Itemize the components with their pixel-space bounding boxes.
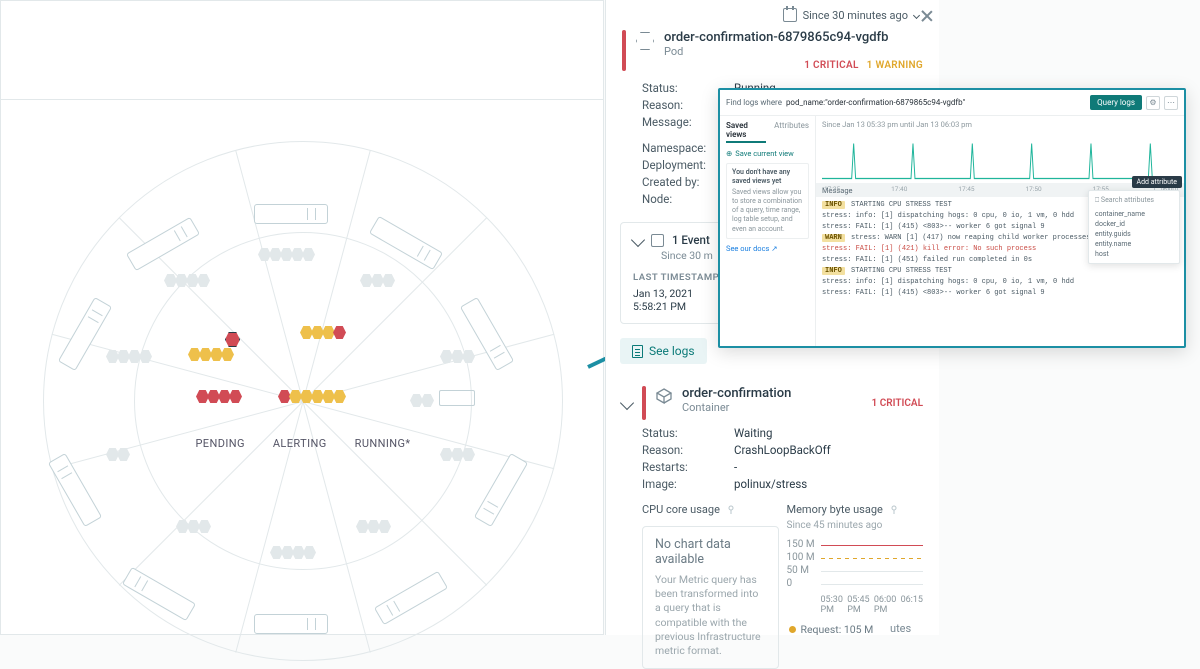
chevron-down-icon — [631, 233, 645, 247]
critical-badge: 1 CRITICAL — [804, 60, 858, 71]
memory-usage-chart: Memory byte usage Since 45 minutes ago 1… — [787, 503, 924, 669]
container-critical-badge: 1 CRITICAL — [872, 398, 923, 409]
gear-icon[interactable]: ⚙ — [1146, 96, 1160, 110]
running-node-icon — [439, 390, 475, 406]
selected-pod-hex[interactable] — [226, 333, 239, 349]
pod-group[interactable] — [259, 249, 314, 263]
attr-item[interactable]: container_name — [1095, 209, 1173, 219]
pin-icon[interactable] — [726, 505, 736, 515]
query-label: Find logs where — [726, 98, 782, 107]
events-title: 1 Event — [672, 233, 710, 247]
chevron-down-icon[interactable] — [620, 396, 634, 410]
no-chart-data: No chart data available Your Metric quer… — [642, 526, 779, 669]
save-current-view[interactable]: ⊕Save current view — [726, 149, 809, 158]
pod-kind: Pod — [664, 45, 923, 58]
container-name: order-confirmation — [682, 386, 791, 401]
logs-sparkline: 17:3517:4017:4517:5017:5518:00 — [822, 131, 1178, 181]
see-logs-label: See logs — [649, 344, 695, 358]
tab-attributes[interactable]: Attributes — [774, 121, 809, 143]
see-logs-button[interactable]: See logs — [620, 338, 707, 364]
pending-cluster[interactable] — [197, 391, 241, 402]
container-kind: Container — [682, 401, 791, 414]
calendar-icon — [651, 234, 664, 247]
alerting-label: ALERTING — [273, 437, 327, 450]
logs-overlay-window: Find logs where pod_name:"order-confirma… — [718, 88, 1186, 348]
log-line[interactable]: stress: FAIL: [1] (415) <803>-- worker 6… — [822, 287, 1180, 298]
node-icon[interactable] — [254, 204, 328, 224]
document-icon — [632, 345, 643, 358]
mem-time-range: Since 45 minutes ago — [787, 520, 924, 531]
pod-header: order-confirmation-6879865c94-vgdfb Pod … — [606, 0, 939, 75]
pod-hex-icon — [636, 32, 654, 50]
pod-group-alerting[interactable] — [189, 349, 233, 363]
logs-query-bar: Find logs where pod_name:"order-confirma… — [720, 90, 1184, 116]
attribute-popup[interactable]: ⎕ Search attributes container_name docke… — [1088, 190, 1180, 264]
container-section: order-confirmation Container 1 CRITICAL … — [606, 386, 939, 669]
log-line[interactable]: INFO STARTING CPU STRESS TEST — [822, 265, 1180, 276]
more-icon[interactable]: ⋯ — [1164, 96, 1178, 110]
saved-views-empty: You don't have any saved views yet Saved… — [726, 163, 809, 239]
running-cluster[interactable] — [411, 395, 433, 409]
attr-item[interactable]: docker_id — [1095, 219, 1173, 229]
pod-group[interactable] — [441, 351, 474, 365]
pod-group-alerting[interactable] — [301, 327, 345, 341]
pod-group[interactable] — [107, 449, 129, 463]
pod-group[interactable] — [357, 521, 390, 535]
pod-name: order-confirmation-6879865c94-vgdfb — [664, 30, 923, 45]
pod-group[interactable] — [441, 449, 474, 463]
pod-group[interactable] — [361, 275, 394, 289]
logs-sidebar: Saved views Attributes ⊕Save current vie… — [720, 116, 816, 346]
attr-item[interactable]: host — [1095, 249, 1173, 259]
attr-item[interactable]: entity.name — [1095, 239, 1173, 249]
node-icon[interactable] — [254, 614, 328, 634]
cpu-usage-chart: CPU core usage No chart data available Y… — [642, 503, 779, 669]
attr-item[interactable]: entity.guids — [1095, 229, 1173, 239]
logs-time-range: Since Jan 13 05:33 pm until Jan 13 06:03… — [816, 116, 1184, 129]
severity-bar — [642, 386, 646, 420]
severity-bar — [622, 30, 626, 71]
pod-group[interactable] — [271, 547, 315, 561]
see-docs-link[interactable]: See our docs ↗ — [726, 244, 809, 253]
pod-group[interactable] — [107, 351, 151, 365]
truncated-text: utes — [890, 622, 911, 635]
attr-search[interactable]: ⎕ Search attributes — [1095, 195, 1173, 206]
warning-badge: 1 WARNING — [867, 60, 923, 71]
divider — [1, 99, 603, 100]
query-input[interactable]: pod_name:"order-confirmation-6879865c94-… — [786, 98, 1086, 107]
radial-legend: PENDING ALERTING RUNNING* — [195, 437, 410, 450]
pin-icon[interactable] — [889, 505, 899, 515]
pod-group[interactable] — [177, 521, 210, 535]
running-label: RUNNING* — [355, 437, 411, 450]
log-line[interactable]: stress: info: [1] dispatching hogs: 0 cp… — [822, 276, 1180, 287]
pending-label: PENDING — [195, 437, 244, 450]
pod-group[interactable] — [165, 275, 209, 289]
alerting-cluster[interactable] — [279, 391, 351, 402]
cluster-radial-panel: PENDING ALERTING RUNNING* — [0, 0, 604, 635]
add-attribute-button[interactable]: Add attribute — [1132, 176, 1182, 188]
query-logs-button[interactable]: Query logs — [1090, 95, 1142, 110]
container-cube-icon — [656, 388, 672, 404]
tab-saved-views[interactable]: Saved views — [726, 121, 766, 143]
